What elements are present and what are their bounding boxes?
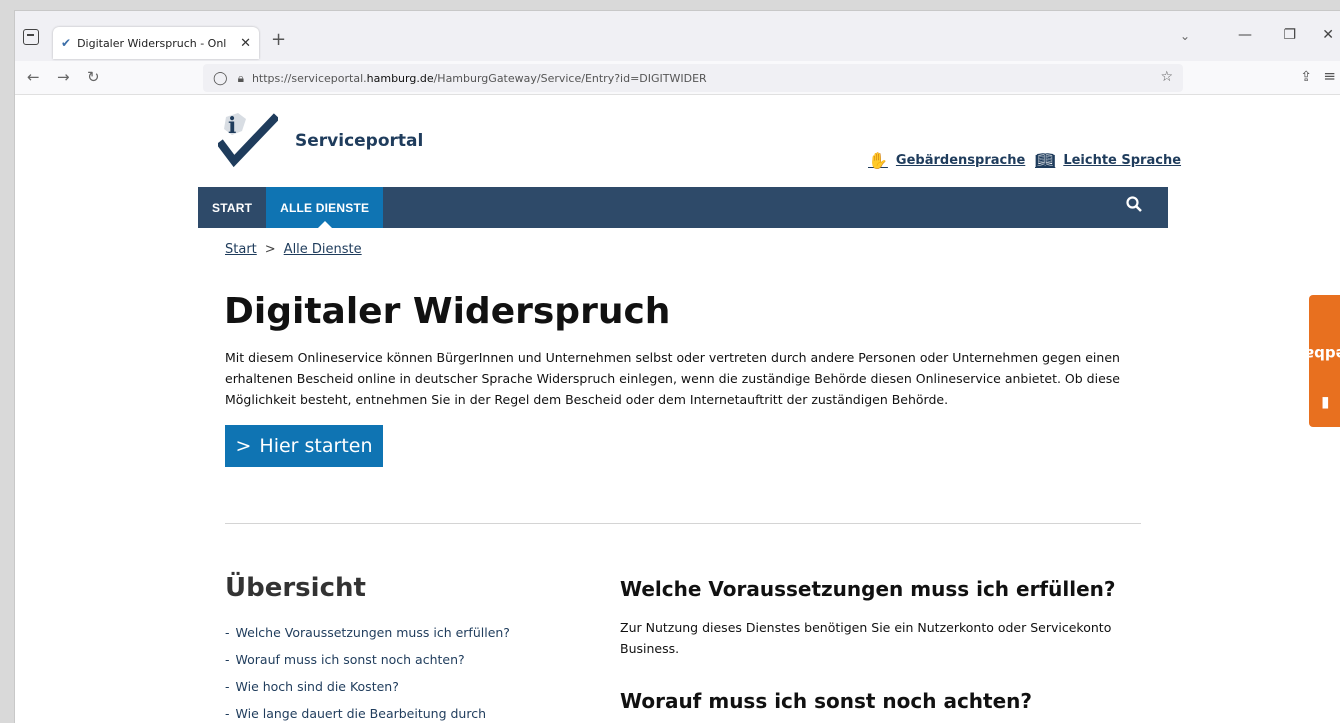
overview-link[interactable]: - Worauf muss ich sonst noch achten? [225,652,510,667]
requirements-text: Zur Nutzung dieses Dienstes benötigen Si… [620,620,1112,656]
breadcrumb-separator: > [264,242,276,257]
sign-language-link[interactable]: ✋ Gebärdensprache [868,151,1025,170]
search-icon[interactable] [1126,196,1142,212]
close-tab-icon[interactable]: ✕ [240,36,251,51]
feedback-label: Feedback [1284,344,1340,363]
notes-heading: Worauf muss ich sonst noch achten? [620,689,1033,713]
book-reader-icon: 📖︎ [1035,151,1056,170]
forward-icon[interactable]: → [57,68,70,86]
navigation-toolbar: ← → ↻ ◯ 🔒︎ https://serviceportal.hamburg… [15,61,1340,95]
svg-text:i: i [228,113,236,139]
overview-title: Übersicht [225,573,366,603]
lock-icon[interactable]: 🔒︎ [238,71,244,86]
easy-language-label: Leichte Sprache [1063,153,1182,168]
sign-language-label: Gebärdensprache [895,153,1026,168]
web-page: i Serviceportal ✋ Gebärdensprache 📖︎ Lei… [15,95,1340,723]
breadcrumb-start[interactable]: Start [225,242,257,257]
site-header: i Serviceportal ✋ Gebärdensprache 📖︎ Lei… [198,95,1181,187]
requirements-heading: Welche Voraussetzungen muss ich erfüllen… [620,577,1116,601]
tab-title: Digitaler Widerspruch - Online- [77,36,227,50]
share-icon[interactable]: ⇪ [1300,69,1312,85]
tab-bar: ✔ Digitaler Widerspruch - Online- ✕ + ⌄ … [15,11,1340,61]
back-icon[interactable]: ← [27,68,40,86]
overview-link[interactable]: - Welche Voraussetzungen muss ich erfülle… [225,625,510,640]
new-tab-button[interactable]: + [271,29,286,50]
overview-list: - Welche Voraussetzungen muss ich erfülle… [225,625,510,723]
feedback-button[interactable]: ▮ Feedback [1285,295,1340,427]
nav-all-services[interactable]: ALLE DIENSTE [266,187,384,228]
overview-link[interactable]: - Wie hoch sind die Kosten? [225,679,510,694]
url-text[interactable]: https://serviceportal.hamburg.de/Hamburg… [252,72,707,85]
easy-language-link[interactable]: 📖︎ Leichte Sprache [1035,151,1181,170]
chevron-down-icon[interactable]: ⌄ [1180,29,1190,43]
restore-icon[interactable]: ❐ [1283,27,1296,43]
breadcrumb: Start > Alle Dienste [225,242,362,257]
logo-text[interactable]: Serviceportal [295,131,423,151]
overview-link[interactable]: - Wie lange dauert die Bearbeitung durch [225,706,510,721]
tracking-protection-icon[interactable]: ◯ [213,71,228,86]
chevron-right-icon: > [235,435,252,457]
intro-text: Mit diesem Onlineservice können BürgerIn… [225,350,1120,407]
page-title: Digitaler Widerspruch [224,291,671,332]
nav-start[interactable]: START [198,187,266,228]
menu-icon[interactable]: ≡ [1323,67,1336,85]
serviceportal-logo-icon[interactable]: i [218,111,278,171]
tab-list-icon[interactable] [23,29,39,45]
sign-language-icon: ✋ [868,151,888,170]
main-navigation: START ALLE DIENSTE [198,187,1168,228]
minimize-icon[interactable]: — [1238,27,1252,43]
browser-tab[interactable]: ✔ Digitaler Widerspruch - Online- ✕ [53,27,259,59]
bookmark-star-icon[interactable]: ☆ [1160,69,1173,85]
feedback-icon: ▮ [1320,395,1330,414]
reload-icon[interactable]: ↻ [87,68,100,86]
divider [225,523,1141,524]
close-window-icon[interactable]: ✕ [1322,27,1334,43]
start-button-label: Hier starten [259,435,373,457]
browser-window: ✔ Digitaler Widerspruch - Online- ✕ + ⌄ … [14,10,1340,723]
address-bar[interactable]: ◯ 🔒︎ https://serviceportal.hamburg.de/Ha… [203,64,1183,92]
favicon-icon: ✔ [61,36,72,50]
start-service-button[interactable]: > Hier starten [225,425,383,467]
breadcrumb-all-services[interactable]: Alle Dienste [284,242,362,257]
